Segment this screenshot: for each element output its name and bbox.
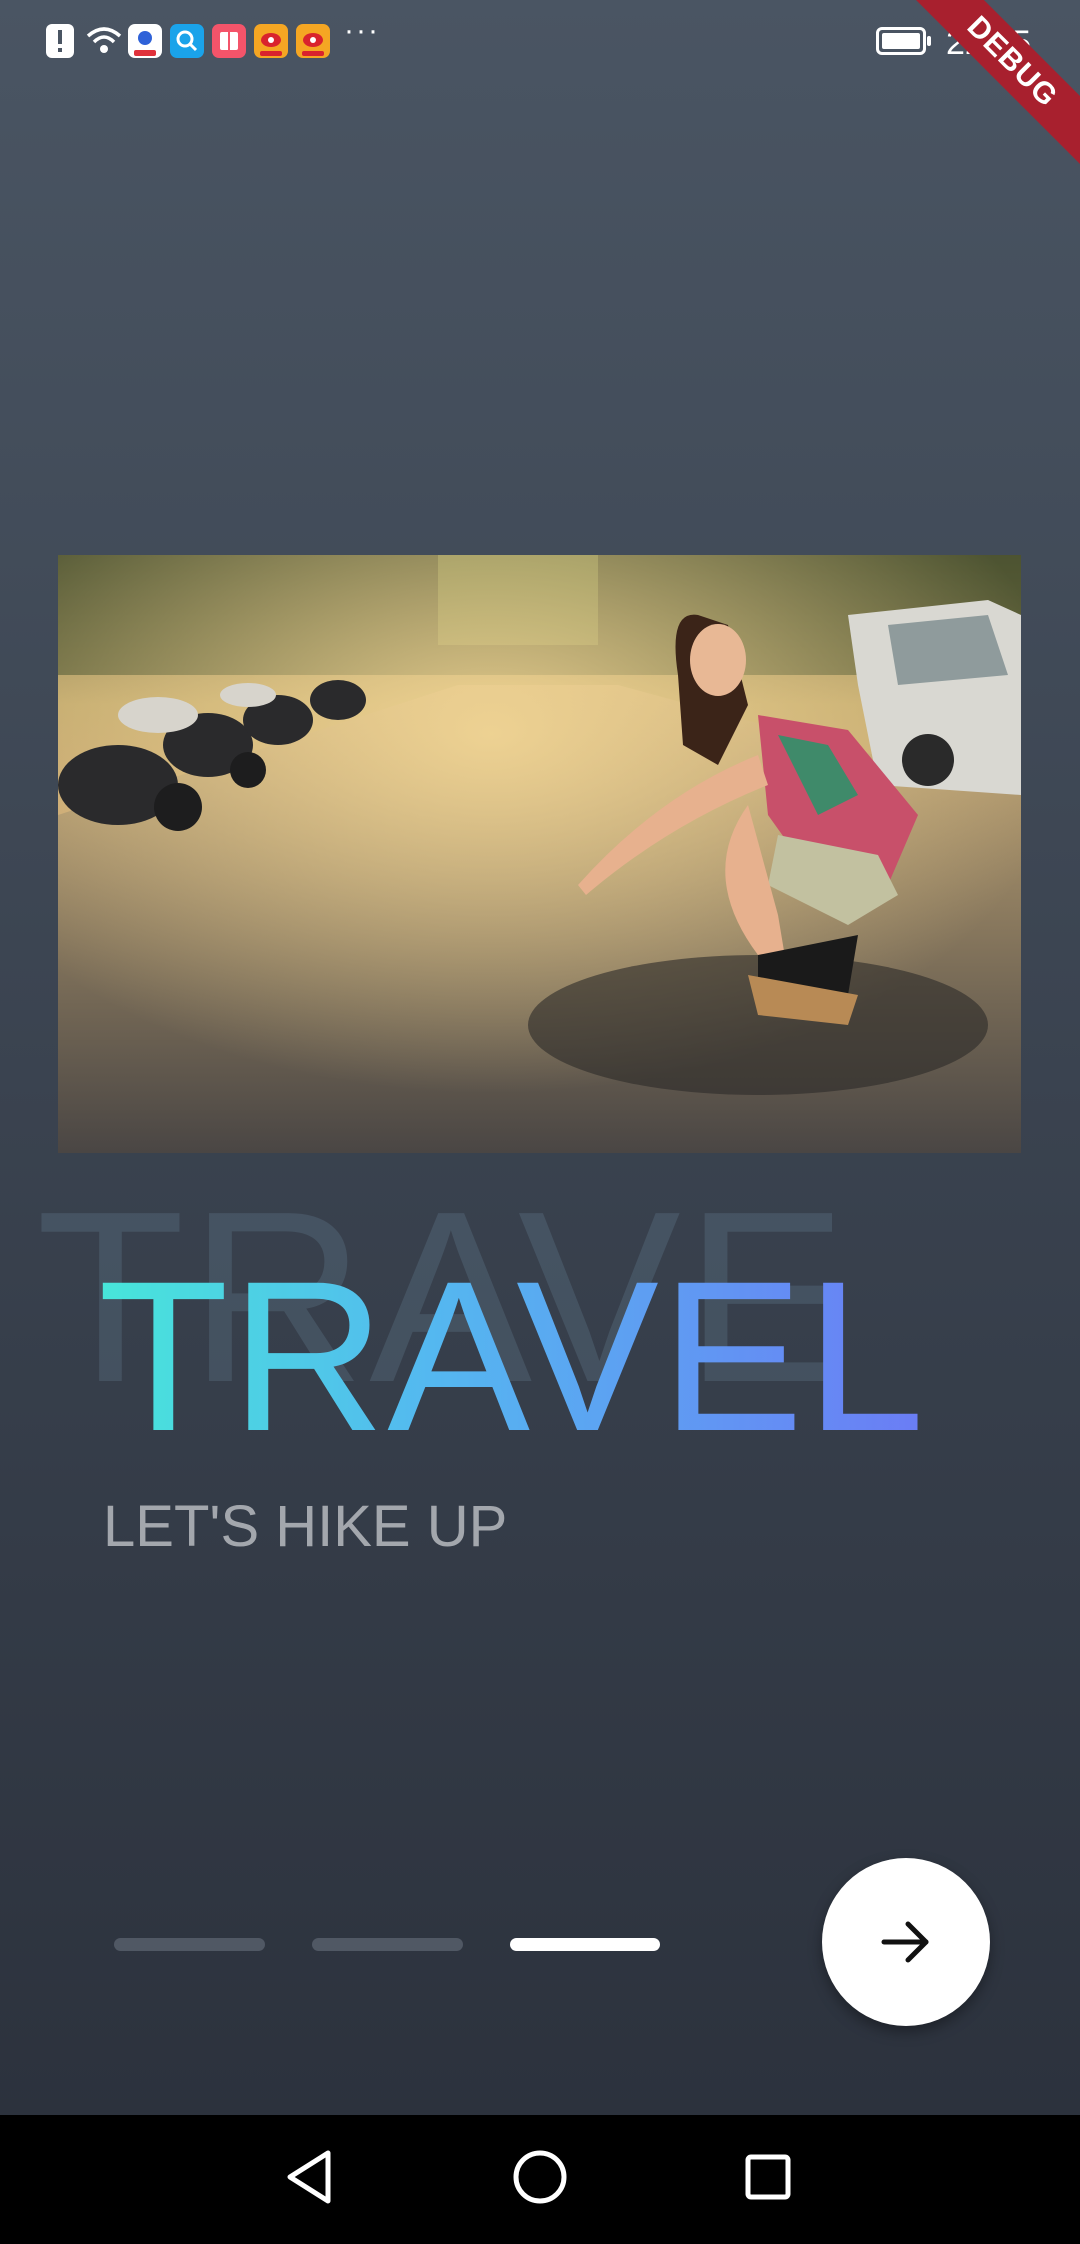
battery-icon [876, 27, 931, 55]
hero-photo [58, 555, 1021, 1153]
status-bar: ··· 22:55 [0, 0, 1080, 84]
overflow-dots: ··· [344, 14, 380, 47]
home-icon [513, 2150, 567, 2204]
page-subtitle: LET'S HIKE UP [103, 1494, 508, 1559]
page-indicator-3-active[interactable] [510, 1938, 660, 1951]
search-app-icon [170, 24, 204, 58]
baidu-icon [128, 24, 162, 58]
onboarding-screen: ··· 22:55 DEBUG [0, 0, 1080, 2115]
system-nav-bar [0, 2115, 1080, 2244]
weibo-icon [254, 24, 288, 58]
home-button[interactable] [500, 2137, 580, 2217]
page-title: TRAVEL [98, 1237, 927, 1476]
recents-icon [745, 2154, 791, 2200]
wifi-icon [84, 24, 122, 58]
recents-button[interactable] [728, 2137, 808, 2217]
next-button[interactable] [822, 1858, 990, 2026]
back-icon [287, 2150, 331, 2204]
weibo-icon [296, 24, 330, 58]
book-app-icon [212, 24, 246, 58]
arrow-right-icon [881, 1921, 929, 1963]
back-button[interactable] [270, 2137, 350, 2217]
alert-icon [46, 24, 74, 58]
page-indicator-2[interactable] [312, 1938, 463, 1951]
page-indicator-1[interactable] [114, 1938, 265, 1951]
